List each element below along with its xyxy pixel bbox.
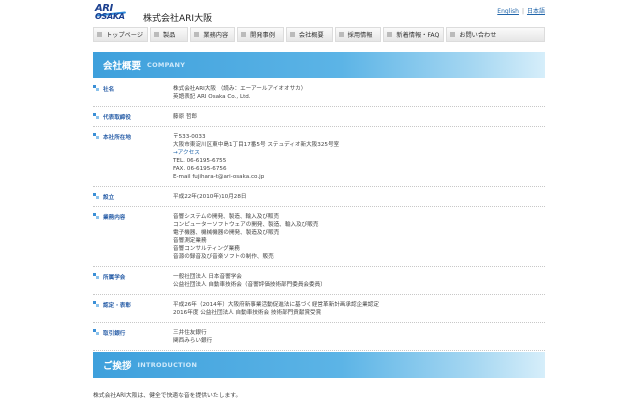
nav-bullet-icon bbox=[387, 32, 393, 37]
bullet-icon bbox=[93, 133, 99, 139]
bullet-icon bbox=[93, 193, 99, 199]
table-row: 業務内容 音響システムの開発、製造、輸入及び販売 コンピューターソフトウェアの開… bbox=[93, 207, 545, 267]
nav-company[interactable]: 会社概要 bbox=[285, 27, 333, 42]
nav-bullet-icon bbox=[450, 32, 456, 37]
company-logo[interactable]: ARI OSAKA bbox=[95, 3, 131, 24]
access-link[interactable]: →アクセス bbox=[173, 150, 200, 156]
nav-label: 製品 bbox=[163, 32, 176, 39]
bullet-icon bbox=[93, 329, 99, 335]
table-row: 社名 株式会社ARI大阪 （読み：エーアールアイオオサカ） 英語表記 ARI O… bbox=[93, 79, 545, 107]
table-row: 所属学会 一般社団法人 日本音響学会 公益社団法人 自動車技術会（音響評価技術部… bbox=[93, 267, 545, 295]
table-row: 代表取締役 藤原 哲郎 bbox=[93, 107, 545, 127]
bullet-icon bbox=[93, 273, 99, 279]
table-row: 取引銀行 三井住友銀行 関西みらい銀行 bbox=[93, 323, 545, 351]
row-label: 社名 bbox=[93, 85, 173, 101]
row-label: 業務内容 bbox=[93, 213, 173, 261]
nav-business[interactable]: 業務内容 bbox=[190, 27, 236, 42]
nav-cases[interactable]: 開発事例 bbox=[237, 27, 284, 42]
company-info-table: 社名 株式会社ARI大阪 （読み：エーアールアイオオサカ） 英語表記 ARI O… bbox=[93, 79, 545, 351]
section-title: 会社概要 bbox=[103, 61, 142, 72]
nav-bullet-icon bbox=[241, 32, 247, 37]
nav-news-faq[interactable]: 新着情報・FAQ bbox=[383, 27, 445, 42]
nav-recruit[interactable]: 採用情報 bbox=[334, 27, 382, 42]
company-section-header: 会社概要 COMPANY bbox=[93, 52, 545, 78]
table-row: 認定・表彰 平成26年（2014年）大阪府新事業活動促進法に基づく経営革新計画承… bbox=[93, 295, 545, 323]
row-label: 設立 bbox=[93, 193, 173, 201]
table-row: 本社所在地 〒533-0033 大阪市東淀川区東中島1丁目17番5号 ステュディ… bbox=[93, 127, 545, 187]
row-value: 株式会社ARI大阪 （読み：エーアールアイオオサカ） 英語表記 ARI Osak… bbox=[173, 86, 307, 100]
row-label: 認定・表彰 bbox=[93, 301, 173, 317]
row-label: 所属学会 bbox=[93, 273, 173, 289]
nav-bullet-icon bbox=[194, 32, 200, 37]
nav-top[interactable]: トップページ bbox=[93, 27, 149, 42]
bullet-icon bbox=[93, 213, 99, 219]
bullet-icon bbox=[93, 85, 99, 91]
intro-section-header: ご挨拶 INTRODUCTION bbox=[93, 352, 545, 378]
table-row: 設立 平成22年(2010年)10月28日 bbox=[93, 187, 545, 207]
nav-products[interactable]: 製品 bbox=[150, 27, 189, 42]
nav-bullet-icon bbox=[338, 32, 344, 37]
lang-separator: | bbox=[521, 8, 524, 15]
nav-bullet-icon bbox=[97, 32, 102, 37]
row-label: 取引銀行 bbox=[93, 329, 173, 345]
nav-label: お問い合わせ bbox=[459, 32, 497, 39]
nav-label: 採用情報 bbox=[347, 32, 373, 39]
section-title: ご挨拶 bbox=[103, 361, 132, 372]
nav-label: 会社概要 bbox=[298, 32, 324, 39]
site-header: ARI OSAKA 株式会社ARI大阪 English | 日本語 bbox=[93, 0, 545, 26]
section-subtitle: INTRODUCTION bbox=[137, 361, 198, 369]
nav-label: 新着情報・FAQ bbox=[396, 32, 440, 39]
logo-text-bottom: OSAKA bbox=[95, 12, 125, 21]
language-switcher: English | 日本語 bbox=[497, 6, 545, 15]
bullet-icon bbox=[93, 113, 99, 119]
nav-label: 開発事例 bbox=[250, 32, 275, 39]
lang-japanese-link[interactable]: 日本語 bbox=[527, 8, 545, 15]
row-label: 本社所在地 bbox=[93, 133, 173, 181]
bullet-icon bbox=[93, 301, 99, 307]
nav-bullet-icon bbox=[289, 32, 295, 37]
section-subtitle: COMPANY bbox=[147, 61, 186, 69]
company-name: 株式会社ARI大阪 bbox=[143, 14, 213, 24]
nav-contact[interactable]: お問い合わせ bbox=[446, 27, 545, 42]
row-value: 一般社団法人 日本音響学会 公益社団法人 自動車技術会（音響評価技術部門委員会委… bbox=[173, 274, 326, 288]
row-value: 〒533-0033 大阪市東淀川区東中島1丁目17番5号 ステュディオ新大阪32… bbox=[173, 134, 340, 180]
nav-label: トップページ bbox=[106, 32, 144, 39]
intro-text: 株式会社ARI大阪は、健全で快適な音を提供いたします。 bbox=[93, 393, 242, 399]
row-value: 音響システムの開発、製造、輸入及び販売 コンピューターソフトウェアの開発、製造、… bbox=[173, 214, 319, 260]
row-value: 平成26年（2014年）大阪府新事業活動促進法に基づく経営革新計画承認企業認定 … bbox=[173, 302, 379, 316]
row-value: 平成22年(2010年)10月28日 bbox=[173, 194, 247, 200]
nav-bullet-icon bbox=[154, 32, 160, 37]
nav-label: 業務内容 bbox=[203, 32, 229, 39]
lang-english-link[interactable]: English bbox=[497, 8, 519, 15]
row-label: 代表取締役 bbox=[93, 113, 173, 121]
row-value: 藤原 哲郎 bbox=[173, 114, 198, 120]
row-value: 三井住友銀行 関西みらい銀行 bbox=[173, 330, 213, 344]
main-nav: トップページ 製品 業務内容 開発事例 会社概要 採用情報 新着情報・FAQ お… bbox=[93, 27, 545, 44]
